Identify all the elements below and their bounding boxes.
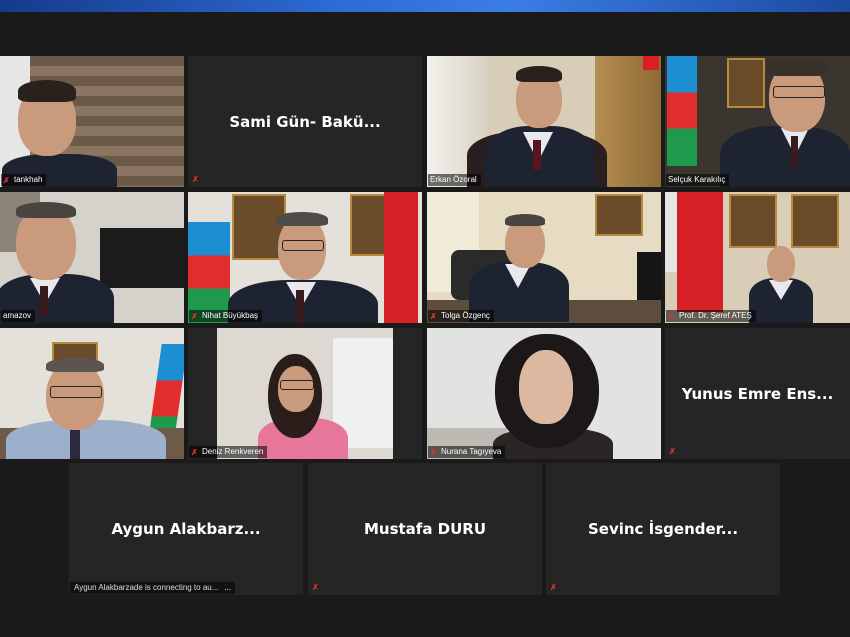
participant-tile-tolga[interactable]: ✗ Tolga Özgenç [427, 192, 661, 323]
participant-display-name: Yunus Emre Ens... [681, 384, 834, 403]
participant-name: Prof. Dr. Şeref ATEŞ [679, 311, 752, 320]
participant-name-label: ✗ Deniz Renkveren [189, 446, 268, 458]
participant-display-name: Sevinc İsgender... [587, 520, 739, 538]
participant-display-name: Aygun Alakbarz... [111, 520, 261, 538]
window-top-bar [0, 0, 850, 12]
participant-name: Deniz Renkveren [202, 447, 264, 456]
muted-mic-icon: ✗ [191, 311, 198, 321]
muted-mic-icon: ✗ [668, 311, 675, 321]
participant-tile-sevinc[interactable]: Sevinc İsgender... ✗ [546, 463, 780, 595]
muted-mic-icon: ✗ [430, 447, 437, 457]
participant-tile-nihat[interactable]: ✗ Nihat Büyükbaş [188, 192, 422, 323]
participant-tile-amazov[interactable]: amazov [0, 192, 184, 323]
participant-tile-aygun[interactable]: Aygun Alakbarz... Aygun Alakbarzade is c… [69, 463, 303, 595]
participant-name: Nihat Büyükbaş [202, 311, 259, 320]
participant-tile-tankhah[interactable]: ✗ tankhah [0, 56, 184, 187]
muted-mic-icon: ✗ [191, 447, 198, 457]
connecting-status: Aygun Alakbarzade is connecting to au...… [70, 582, 236, 594]
participant-name: tankhah [14, 175, 43, 184]
participant-tile-deniz[interactable]: ✗ Deniz Renkveren [188, 328, 422, 459]
muted-mic-icon: ✗ [550, 583, 557, 592]
participant-name-label: Selçuk Karakılıç [666, 174, 730, 186]
participant-display-name: Sami Gün- Bakü... [229, 112, 381, 131]
participant-name: amazov [3, 311, 32, 320]
participant-name: Erkan Özoral [430, 175, 477, 184]
participant-tile-selcuk[interactable]: Selçuk Karakılıç [665, 56, 850, 187]
muted-mic-icon: ✗ [312, 583, 319, 592]
muted-mic-icon: ✗ [669, 447, 676, 456]
participant-tile-active-speaker[interactable] [0, 328, 184, 459]
participant-tile-mustafa[interactable]: Mustafa DURU ✗ [308, 463, 542, 595]
participant-tile-erkan[interactable]: Erkan Özoral [427, 56, 661, 187]
participant-name-label: ✗ Nurana Tagıyeva [428, 446, 506, 458]
participant-name-label: amazov [1, 310, 36, 322]
participant-name-label: Erkan Özoral [428, 174, 481, 186]
muted-mic-icon: ✗ [430, 311, 437, 321]
participant-tile-nurana[interactable]: ✗ Nurana Tagıyeva [427, 328, 661, 459]
participant-name-label: ✗ Prof. Dr. Şeref ATEŞ [666, 310, 756, 322]
muted-mic-icon: ✗ [3, 175, 10, 185]
participant-tile-yunus[interactable]: Yunus Emre Ens... ✗ [665, 328, 850, 459]
participant-display-name: Mustafa DURU [363, 520, 487, 538]
muted-mic-icon: ✗ [192, 175, 199, 184]
more-options-icon[interactable]: ... [224, 583, 231, 592]
connecting-status-text: Aygun Alakbarzade is connecting to au... [74, 583, 219, 592]
participant-tile-seref[interactable]: ✗ Prof. Dr. Şeref ATEŞ [665, 192, 850, 323]
participant-tile-sami[interactable]: Sami Gün- Bakü... ✗ [188, 56, 422, 187]
participant-name: Nurana Tagıyeva [441, 447, 502, 456]
participant-name-label: ✗ Tolga Özgenç [428, 310, 494, 322]
participant-name: Selçuk Karakılıç [668, 175, 726, 184]
participant-name-label: ✗ tankhah [1, 174, 47, 186]
participant-name: Tolga Özgenç [441, 311, 490, 320]
participant-name-label: ✗ Nihat Büyükbaş [189, 310, 263, 322]
